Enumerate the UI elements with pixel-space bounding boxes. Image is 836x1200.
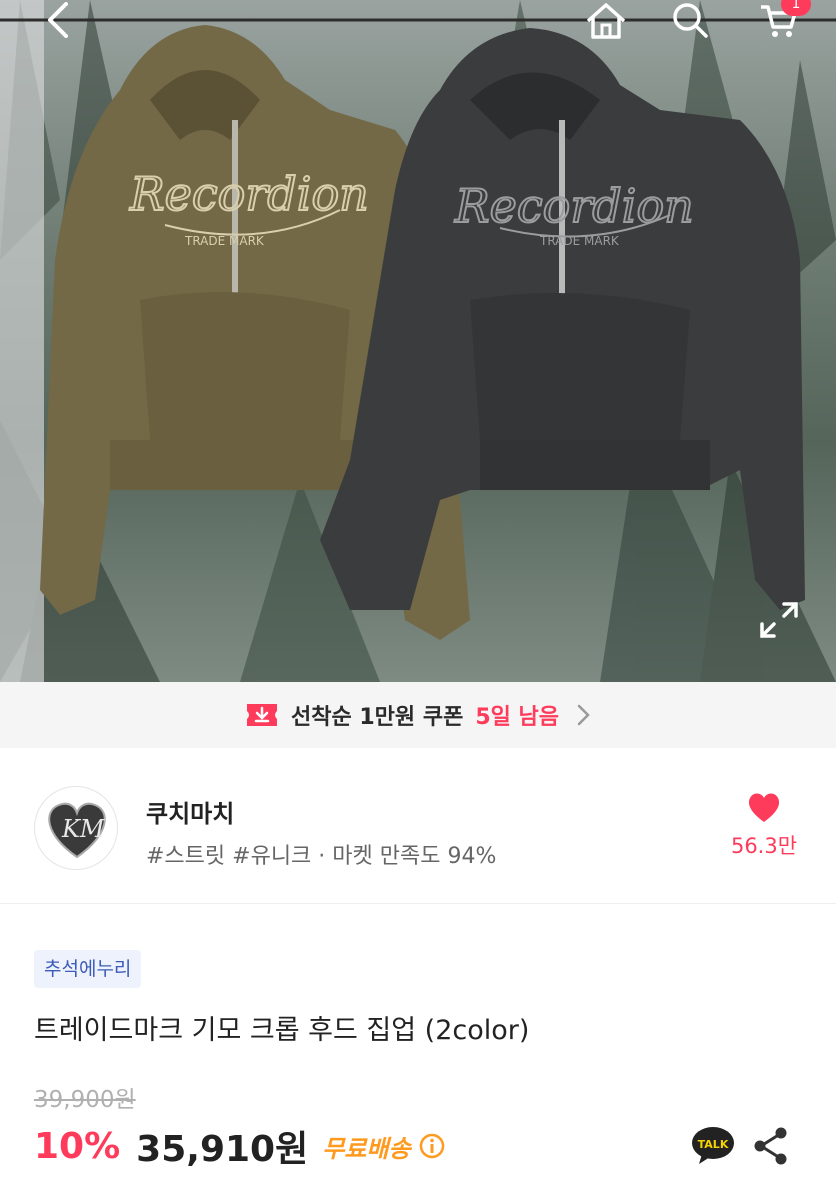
promo-badge: 추석에누리 [34, 950, 142, 988]
share-button[interactable] [752, 1126, 790, 1166]
seller-name[interactable]: 쿠치마치 [146, 794, 234, 829]
info-icon[interactable] [419, 1133, 445, 1159]
original-price: 39,900원 [34, 1087, 136, 1113]
like-count: 56.3만 [730, 834, 798, 858]
seller-logo-heart: KM [48, 802, 106, 859]
search-button[interactable] [662, 0, 718, 40]
hoodie-photo: Recordion TRADE MARK Recordion TRADE MAR… [0, 0, 836, 682]
seller-tags: #스트릿 #유니크 · 마켓 만족도 94% [146, 844, 497, 869]
coupon-days-left: 5일 남음 [475, 705, 559, 730]
sale-price: 35,910원 [136, 1129, 309, 1170]
svg-text:TRADE MARK: TRADE MARK [184, 234, 265, 248]
home-icon [586, 3, 626, 39]
expand-image-button[interactable] [758, 600, 800, 640]
chevron-left-icon [48, 2, 68, 38]
back-button[interactable] [30, 0, 86, 40]
svg-text:Recordion: Recordion [454, 179, 694, 233]
svg-text:KM: KM [61, 815, 106, 843]
talk-chat-icon: TALK [692, 1127, 734, 1164]
seller-avatar[interactable]: KM [34, 786, 118, 870]
coupon-banner[interactable]: 선착순 1만원 쿠폰 5일 남음 [0, 682, 836, 748]
price-row: 10% 35,910원 무료배송 [34, 1122, 445, 1170]
talk-button[interactable]: TALK [690, 1124, 736, 1166]
coupon-download-icon [247, 704, 277, 726]
free-shipping-label: 무료배송 [322, 1134, 411, 1163]
discount-rate: 10% [34, 1125, 121, 1167]
svg-text:TALK: TALK [698, 1138, 729, 1151]
share-icon [754, 1127, 787, 1165]
expand-icon [760, 602, 798, 638]
product-image[interactable]: Recordion TRADE MARK Recordion TRADE MAR… [0, 0, 836, 682]
home-button[interactable] [578, 0, 634, 40]
heart-icon [748, 793, 780, 822]
search-icon [673, 3, 708, 38]
chevron-right-icon [577, 704, 590, 726]
seller-section[interactable]: KM 쿠치마치 #스트릿 #유니크 · 마켓 만족도 94% 56.3만 [0, 748, 836, 904]
product-title: 트레이드마크 기모 크롭 후드 집업 (2color) [34, 1015, 530, 1046]
like-button[interactable]: 56.3만 [724, 790, 804, 860]
coupon-text: 선착순 1만원 쿠폰 [291, 705, 464, 730]
